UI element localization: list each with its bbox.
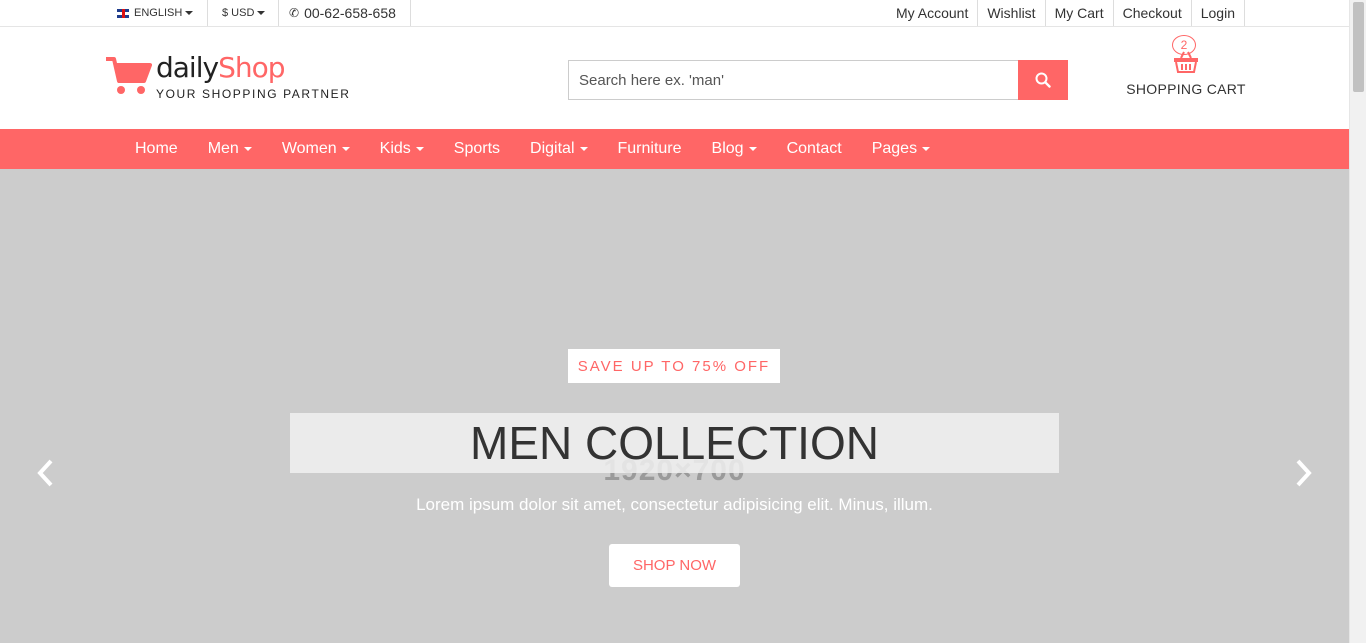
wishlist-link[interactable]: Wishlist xyxy=(978,0,1046,26)
nav-item-pages[interactable]: Pages xyxy=(857,129,945,169)
phone-label: 00-62-658-658 xyxy=(304,5,396,21)
slide-headline: MEN COLLECTION xyxy=(290,413,1059,473)
hero-slider: 1920×700 SAVE UP TO 75% OFF MEN COLLECTI… xyxy=(0,169,1349,643)
logo-text-daily: daily xyxy=(156,51,219,84)
nav-item-label: Women xyxy=(281,140,337,157)
chevron-down-icon xyxy=(415,147,424,151)
language-selector[interactable]: ENGLISH xyxy=(107,0,208,26)
login-link[interactable]: Login xyxy=(1192,0,1245,26)
chevron-down-icon xyxy=(922,147,931,151)
slider-prev-arrow-icon[interactable] xyxy=(34,457,58,489)
chevron-down-icon xyxy=(257,11,266,15)
nav-item-label: Home xyxy=(135,140,178,157)
nav-item-label: Blog xyxy=(711,140,744,157)
main-nav: Home Men Women Kids Sports Digital Furni… xyxy=(0,129,1349,169)
nav-item-sports[interactable]: Sports xyxy=(439,129,515,169)
nav-item-label: Men xyxy=(207,140,239,157)
logo-tagline: YOUR SHOPPING PARTNER xyxy=(156,87,351,101)
nav-item-label: Pages xyxy=(871,140,918,157)
nav-item-contact[interactable]: Contact xyxy=(772,129,857,169)
search-icon xyxy=(1035,72,1051,88)
main-nav-items: Home Men Women Kids Sports Digital Furni… xyxy=(120,129,945,169)
chevron-down-icon xyxy=(185,11,194,15)
phone-icon: ✆ xyxy=(289,6,300,20)
chevron-down-icon xyxy=(748,147,757,151)
nav-item-men[interactable]: Men xyxy=(193,129,267,169)
nav-item-home[interactable]: Home xyxy=(120,129,193,169)
promo-badge: SAVE UP TO 75% OFF xyxy=(568,349,780,383)
shop-now-button[interactable]: SHOP NOW xyxy=(609,544,740,587)
search-bar xyxy=(568,60,1068,100)
chevron-down-icon xyxy=(341,147,350,151)
nav-item-kids[interactable]: Kids xyxy=(365,129,439,169)
checkout-link[interactable]: Checkout xyxy=(1114,0,1192,26)
nav-item-furniture[interactable]: Furniture xyxy=(603,129,697,169)
nav-item-blog[interactable]: Blog xyxy=(697,129,772,169)
page-scrollbar[interactable] xyxy=(1349,0,1366,643)
basket-icon xyxy=(1174,51,1198,73)
nav-item-label: Kids xyxy=(379,140,411,157)
currency-label: $ USD xyxy=(222,7,255,19)
nav-item-label: Contact xyxy=(786,140,842,157)
logo-text: dailyShop xyxy=(156,51,286,84)
nav-item-women[interactable]: Women xyxy=(267,129,365,169)
currency-selector[interactable]: $ USD xyxy=(208,0,279,26)
search-button[interactable] xyxy=(1018,60,1068,100)
nav-item-digital[interactable]: Digital xyxy=(515,129,602,169)
site-header: dailyShop YOUR SHOPPING PARTNER 2 SHOPPI… xyxy=(0,27,1349,129)
cart-label: SHOPPING CART xyxy=(1126,81,1246,97)
top-bar: ENGLISH $ USD ✆ 00-62-658-658 My Account… xyxy=(0,0,1349,27)
my-account-link[interactable]: My Account xyxy=(887,0,979,26)
chevron-down-icon xyxy=(579,147,588,151)
uk-flag-icon xyxy=(117,8,129,18)
phone-number: ✆ 00-62-658-658 xyxy=(279,0,411,26)
nav-item-label: Digital xyxy=(530,140,575,157)
top-bar-links: My Account Wishlist My Cart Checkout Log… xyxy=(887,0,1245,26)
top-bar-left: ENGLISH $ USD ✆ 00-62-658-658 xyxy=(107,0,411,26)
chevron-down-icon xyxy=(243,147,252,151)
nav-item-label: Furniture xyxy=(617,140,682,157)
nav-item-label: Sports xyxy=(453,140,501,157)
scrollbar-thumb[interactable] xyxy=(1353,2,1364,92)
slide-subtext: Lorem ipsum dolor sit amet, consectetur … xyxy=(416,495,933,514)
language-label: ENGLISH xyxy=(134,7,183,19)
slider-next-arrow-icon[interactable] xyxy=(1291,457,1315,489)
shopping-cart[interactable]: 2 SHOPPING CART xyxy=(1124,33,1248,103)
shopping-cart-logo-icon xyxy=(106,57,152,94)
logo-text-shop: Shop xyxy=(218,51,285,84)
my-cart-link[interactable]: My Cart xyxy=(1046,0,1114,26)
search-input[interactable] xyxy=(569,61,1018,99)
site-logo[interactable]: dailyShop YOUR SHOPPING PARTNER xyxy=(104,51,349,103)
